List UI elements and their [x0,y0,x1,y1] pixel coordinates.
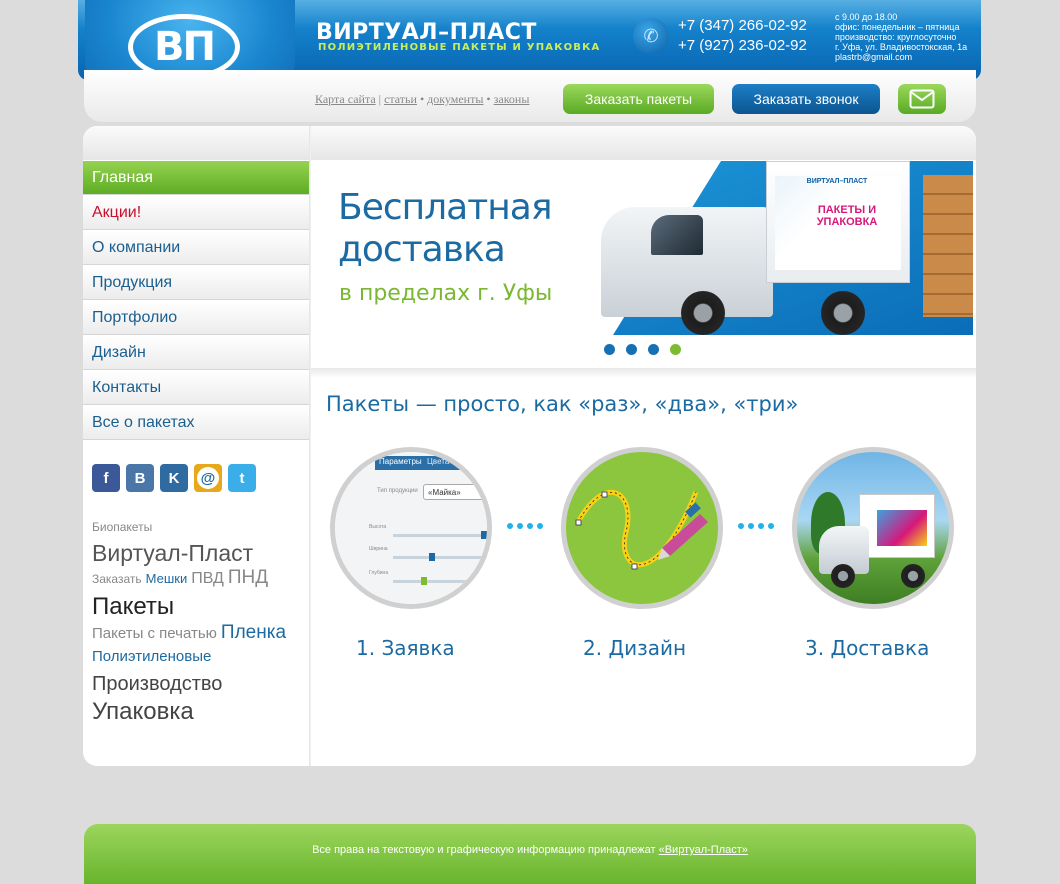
nav-item-contacts[interactable]: Контакты [83,371,309,405]
nav-item-home[interactable]: Главная [83,161,309,195]
slider-dot-3[interactable] [648,344,659,355]
cargo-crates [923,175,973,317]
hours-line: с 9.00 до 18.00 [835,12,898,22]
nav-item-products[interactable]: Продукция [83,266,309,300]
nav-item-design[interactable]: Дизайн [83,336,309,370]
link-documents[interactable]: документы [427,92,483,106]
banner-subtitle: в пределах г. Уфы [339,281,553,306]
link-sitemap[interactable]: Карта сайта [315,92,376,106]
banner-title-line2: доставка [338,229,506,270]
form-row-width: Ширина [369,546,388,552]
hours-line: офис: понедельник – пятница [835,22,960,32]
banner-title: Бесплатная доставка [338,187,552,271]
phone-number-1: +7 (347) 266-02-92 [678,17,807,34]
tag-order[interactable]: Заказать [92,572,142,587]
steps-title: Пакеты — просто, как «раз», «два», «три» [326,392,799,416]
promo-banner[interactable]: Бесплатная доставка в пределах г. Уфы ВИ… [311,161,973,335]
brand-subtitle: ПОЛИЭТИЛЕНОВЫЕ ПАКЕТЫ И УПАКОВКА [318,42,601,53]
form-row-height: Высота [369,524,387,530]
link-laws[interactable]: законы [494,92,530,106]
truck-front-wheel [681,291,725,335]
step-label-request[interactable]: 1. Заявка [356,636,455,660]
email-line: plastrb@gmail.com [835,52,913,62]
order-call-button[interactable]: Заказать звонок [732,84,880,114]
twitter-icon[interactable]: t [228,464,256,492]
step-connector-1 [507,523,543,529]
slider-dot-1[interactable] [604,344,615,355]
tag-packaging[interactable]: Упаковка [92,698,194,726]
form-tab-params: Параметры [379,457,422,466]
mailru-at: @ [197,467,219,489]
top-links: Карта сайта | статьи • документы • законы [315,92,529,107]
tag-printed-packets[interactable]: Пакеты с печатью [92,625,217,642]
nav-item-portfolio[interactable]: Портфолио [83,301,309,335]
form-tab-colors: Цвета [427,457,450,466]
tag-virtual-plast[interactable]: Виртуал-Пласт [92,540,253,566]
tag-film[interactable]: Пленка [221,622,286,644]
truck-rear-wheel [821,291,865,335]
design-curve-icon [575,489,708,570]
facebook-icon[interactable]: f [92,464,120,492]
nav-item-promotions[interactable]: Акции! [83,196,309,230]
mailru-icon[interactable]: @ [194,464,222,492]
form-field-label: Тип продукции [377,488,418,494]
tag-pnd[interactable]: ПНД [228,567,268,589]
footer-text: Все права на текстовую и графическую инф… [312,844,656,856]
banner-title-line1: Бесплатная [338,187,552,228]
envelope-icon [909,89,935,109]
mail-button[interactable] [898,84,946,114]
step-label-design[interactable]: 2. Дизайн [583,636,686,660]
link-articles[interactable]: статьи [384,92,417,106]
panel-top-strip [83,126,976,160]
bullet: • [486,92,491,106]
logo-text: ВП [154,24,216,70]
truck-window [651,215,703,255]
form-product-type: «Майка» [423,484,487,500]
delivery-truck-wheel [901,564,925,588]
slider-dot-2[interactable] [626,344,637,355]
truck-cargo-box: ВИРТУАЛ–ПЛАСТ ПАКЕТЫ И УПАКОВКА [766,161,910,283]
nav-item-about[interactable]: О компании [83,231,309,265]
form-row-depth: Глубина [369,570,389,576]
footer-company-link[interactable]: «Виртуал-Пласт» [659,844,748,856]
tag-bio[interactable]: Биопакеты [92,520,152,535]
address-line: г. Уфа, ул. Владивостокская, 1а [835,42,968,52]
delivery-truck-wheel [831,564,855,588]
slider-dot-4-active[interactable] [670,344,681,355]
tag-packets[interactable]: Пакеты [92,593,174,621]
tag-pvd[interactable]: ПВД [191,570,224,588]
phone-number-2: +7 (927) 236-02-92 [678,37,807,54]
bullet: • [419,92,425,106]
order-packets-button[interactable]: Заказать пакеты [563,84,714,114]
step-design-image[interactable] [561,447,723,609]
office-hours: с 9.00 до 18.00 офис: понедельник – пятн… [835,12,975,62]
nav-item-about-packets[interactable]: Все о пакетах [83,406,309,440]
truck-brand: ВИРТУАЛ–ПЛАСТ [806,178,868,185]
tag-cloud: Биопакеты Виртуал-Пласт Заказать Мешки ПВД… [92,518,302,725]
vkontakte-b-icon[interactable]: B [126,464,154,492]
step-delivery-image[interactable] [792,447,954,609]
divider: | [378,92,382,106]
truck-box-text: ПАКЕТЫ И УПАКОВКА [816,204,878,228]
footer-copyright: Все права на текстовую и графическую инф… [84,844,976,856]
tag-polyethylene[interactable]: Полиэтиленовые [92,648,211,665]
step-label-delivery[interactable]: 3. Доставка [805,636,929,660]
phone-icon: ✆ [633,18,669,54]
tag-production[interactable]: Производство [92,673,222,696]
content-separator [311,368,976,378]
hours-line: производство: круглосуточно [835,32,957,42]
step-request-image[interactable]: Параметры Цвета Тип продукции «Майка» Вы… [330,447,492,609]
step-connector-2 [738,523,774,529]
tag-bags[interactable]: Мешки [146,571,188,587]
vkontakte-icon[interactable]: K [160,464,188,492]
